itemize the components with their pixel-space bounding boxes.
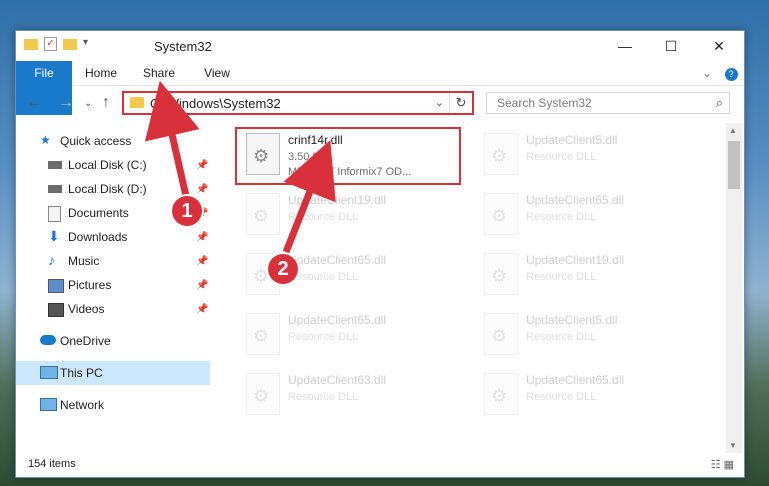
annotation-arrows	[144, 80, 336, 254]
step-badge-1: 1	[172, 196, 202, 226]
step-badge-2: 2	[268, 254, 298, 284]
arrow-to-file	[282, 139, 336, 254]
arrow-to-address-bar	[144, 80, 200, 197]
